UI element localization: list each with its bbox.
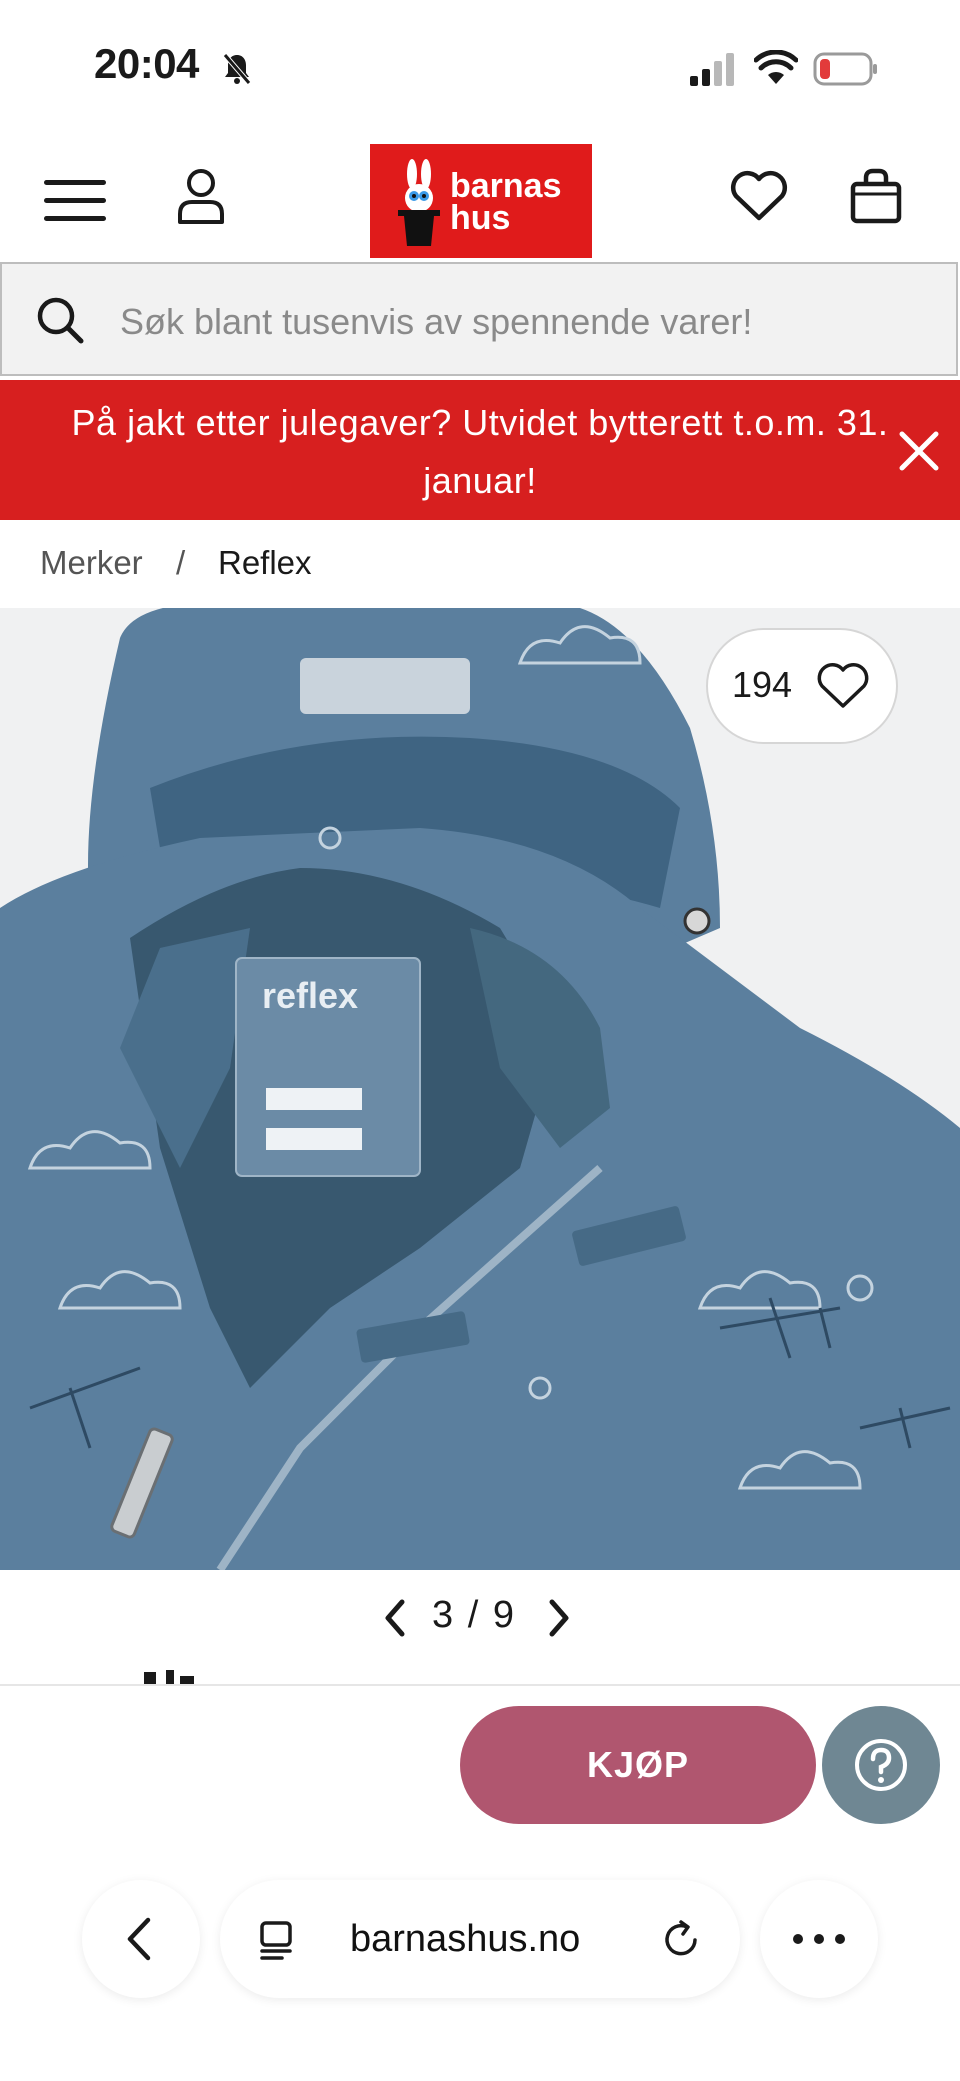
reader-mode-icon[interactable] bbox=[258, 1920, 298, 1960]
breadcrumb-separator: / bbox=[176, 544, 186, 581]
breadcrumb-item-merker[interactable]: Merker bbox=[40, 544, 143, 582]
search-input[interactable] bbox=[118, 298, 922, 346]
help-button[interactable] bbox=[822, 1706, 940, 1824]
browser-back-button[interactable] bbox=[82, 1880, 200, 1998]
shopping-bag-icon[interactable] bbox=[850, 168, 902, 224]
promo-text: På jakt etter julegaver? Utvidet byttere… bbox=[71, 402, 889, 501]
status-time: 20:04 bbox=[94, 40, 199, 87]
gallery-separator: / bbox=[467, 1594, 481, 1636]
buy-button[interactable]: KJØP bbox=[460, 1706, 816, 1824]
product-image[interactable]: reflex bbox=[0, 608, 960, 1570]
help-icon bbox=[855, 1739, 907, 1791]
battery-icon bbox=[813, 52, 877, 86]
jacket-illustration: reflex bbox=[0, 608, 960, 1570]
rabbit-hat-logo-icon bbox=[398, 159, 440, 246]
chevron-right-icon[interactable] bbox=[546, 1598, 572, 1638]
gallery-total: 9 bbox=[492, 1594, 516, 1636]
search-icon bbox=[37, 297, 84, 344]
logo-text-line2: hus bbox=[450, 199, 511, 237]
cellular-signal-icon bbox=[690, 53, 734, 86]
gallery-current: 3 bbox=[432, 1594, 456, 1636]
site-logo[interactable]: barnas hus bbox=[370, 144, 592, 258]
account-icon[interactable] bbox=[176, 168, 226, 226]
favorites-count: 194 bbox=[732, 664, 793, 705]
silent-bell-icon bbox=[223, 53, 251, 85]
partial-product-title bbox=[144, 1670, 194, 1684]
gallery-counter: 3 / 9 bbox=[432, 1594, 516, 1637]
wifi-icon bbox=[754, 50, 798, 84]
heart-icon bbox=[817, 663, 869, 708]
url-text[interactable]: barnashus.no bbox=[350, 1918, 580, 1961]
wishlist-heart-icon[interactable] bbox=[730, 170, 788, 222]
divider bbox=[0, 1684, 960, 1686]
more-options-button[interactable] bbox=[760, 1880, 878, 1998]
menu-icon[interactable] bbox=[44, 178, 106, 224]
reload-icon[interactable] bbox=[660, 1918, 702, 1960]
chevron-left-icon bbox=[127, 1917, 151, 1961]
tag-brand-text: reflex bbox=[262, 975, 358, 1016]
breadcrumb-item-reflex[interactable]: Reflex bbox=[218, 544, 312, 582]
close-icon[interactable] bbox=[896, 428, 942, 474]
more-dots-icon bbox=[793, 1934, 845, 1944]
chevron-left-icon[interactable] bbox=[382, 1598, 408, 1638]
logo-text-line1: barnas bbox=[450, 167, 562, 205]
